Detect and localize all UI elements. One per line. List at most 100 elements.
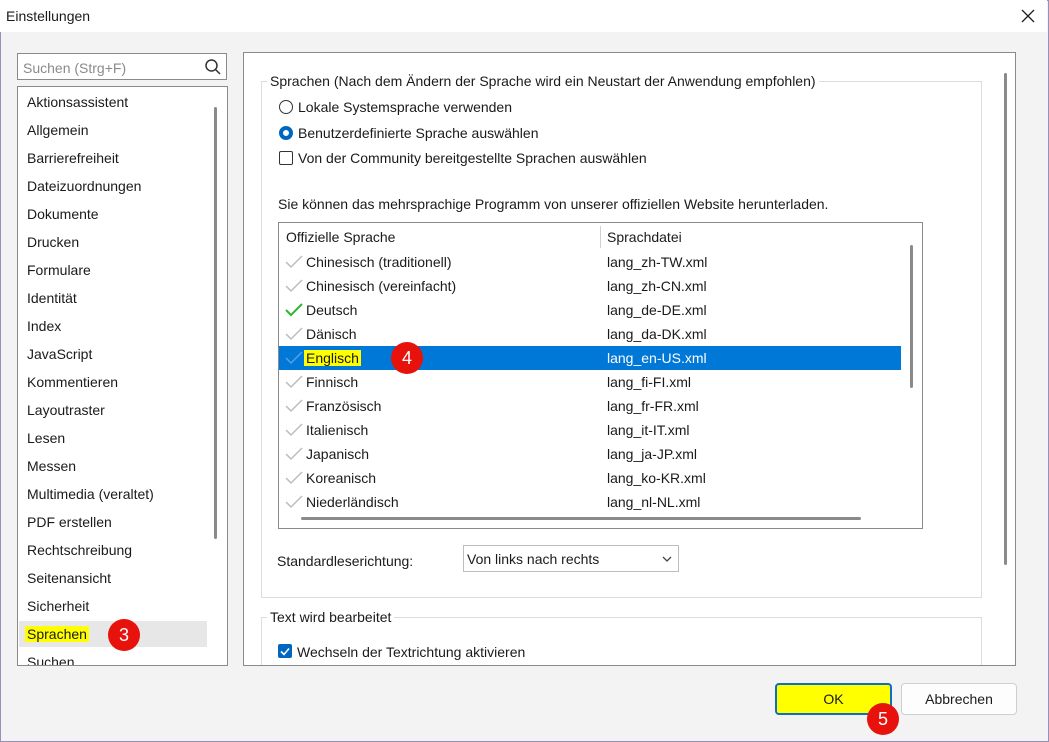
category-item[interactable]: Kommentieren bbox=[27, 374, 118, 390]
language-name: Italienisch bbox=[306, 422, 369, 438]
check-icon bbox=[285, 471, 303, 485]
search-input[interactable]: Suchen (Strg+F) bbox=[17, 53, 227, 80]
check-icon bbox=[285, 255, 303, 269]
table-row[interactable]: Englisch lang_en-US.xml bbox=[279, 346, 901, 370]
category-item[interactable]: Formulare bbox=[27, 262, 91, 278]
check-icon bbox=[285, 375, 303, 389]
category-item[interactable]: Allgemein bbox=[27, 122, 88, 138]
table-horizontal-scrollbar[interactable] bbox=[301, 517, 861, 520]
table-row[interactable]: Chinesisch (vereinfacht) lang_zh-CN.xml bbox=[279, 274, 901, 298]
check-icon bbox=[285, 327, 303, 341]
column-header-file[interactable]: Sprachdatei bbox=[607, 229, 682, 245]
category-item[interactable]: Sicherheit bbox=[27, 598, 89, 614]
checkbox-text-direction-switch-label: Wechseln der Textrichtung aktivieren bbox=[297, 644, 526, 660]
category-item[interactable]: Suchen bbox=[27, 654, 74, 665]
settings-content: Sprachen (Nach dem Ändern der Sprache wi… bbox=[243, 52, 1016, 666]
table-row[interactable]: Italienisch lang_it-IT.xml bbox=[279, 418, 901, 442]
close-icon bbox=[1021, 9, 1035, 23]
language-name: Niederländisch bbox=[306, 494, 399, 510]
language-file: lang_ko-KR.xml bbox=[607, 470, 706, 486]
search-placeholder: Suchen (Strg+F) bbox=[23, 60, 127, 76]
language-file: lang_it-IT.xml bbox=[607, 422, 690, 438]
table-row[interactable]: Deutsch lang_de-DE.xml bbox=[279, 298, 901, 322]
language-file: lang_fr-FR.xml bbox=[607, 398, 699, 414]
table-row[interactable]: Chinesisch (traditionell) lang_zh-TW.xml bbox=[279, 250, 901, 274]
annotation-marker-3: 3 bbox=[108, 619, 140, 651]
language-file: lang_zh-TW.xml bbox=[607, 254, 708, 270]
column-divider bbox=[600, 226, 601, 248]
table-row[interactable]: Französisch lang_fr-FR.xml bbox=[279, 394, 901, 418]
language-name: Japanisch bbox=[306, 446, 370, 462]
language-name: Deutsch bbox=[306, 302, 358, 318]
check-icon bbox=[285, 495, 303, 509]
annotation-marker-4: 4 bbox=[391, 342, 423, 374]
category-item[interactable]: JavaScript bbox=[27, 346, 92, 362]
category-item[interactable]: Seitenansicht bbox=[27, 570, 111, 586]
text-editing-group-title: Text wird bearbeitet bbox=[267, 609, 395, 625]
radio-system-language-label: Lokale Systemsprache verwenden bbox=[298, 99, 513, 115]
language-name: Koreanisch bbox=[306, 470, 377, 486]
reading-direction-value: Von links nach rechts bbox=[467, 551, 600, 567]
language-name: Chinesisch (vereinfacht) bbox=[306, 278, 457, 294]
table-row[interactable]: Niederländisch lang_nl-NL.xml bbox=[279, 490, 901, 514]
category-item[interactable]: Dateizuordnungen bbox=[27, 178, 141, 194]
check-icon bbox=[285, 279, 303, 293]
reading-direction-label: Standardleserichtung: bbox=[277, 553, 414, 569]
category-item[interactable]: Barrierefreiheit bbox=[27, 150, 119, 166]
table-row[interactable]: Finnisch lang_fi-FI.xml bbox=[279, 370, 901, 394]
category-item[interactable]: PDF erstellen bbox=[27, 514, 112, 530]
radio-custom-language-label: Benutzerdefinierte Sprache auswählen bbox=[298, 125, 539, 141]
table-row[interactable]: Koreanisch lang_ko-KR.xml bbox=[279, 466, 901, 490]
language-name: Chinesisch (traditionell) bbox=[306, 254, 452, 270]
window-title: Einstellungen bbox=[6, 8, 91, 24]
category-item[interactable]: Dokumente bbox=[27, 206, 99, 222]
category-item[interactable]: Rechtschreibung bbox=[27, 542, 132, 558]
column-header-language[interactable]: Offizielle Sprache bbox=[286, 229, 395, 245]
reading-direction-select[interactable]: Von links nach rechts bbox=[463, 545, 679, 572]
checkbox-text-direction-switch[interactable] bbox=[278, 644, 292, 658]
category-item[interactable]: Aktionsassistent bbox=[27, 94, 128, 110]
annotation-marker-5: 5 bbox=[867, 703, 899, 735]
download-note: Sie können das mehrsprachige Programm vo… bbox=[278, 196, 829, 212]
radio-custom-language[interactable] bbox=[279, 126, 293, 140]
title-bar: Einstellungen bbox=[0, 0, 1047, 32]
language-file: lang_en-US.xml bbox=[607, 350, 707, 366]
language-file: lang_fi-FI.xml bbox=[607, 374, 692, 390]
category-scrollbar[interactable] bbox=[214, 107, 217, 539]
language-table: Offizielle Sprache Sprachdatei Chinesisc… bbox=[278, 222, 923, 529]
language-name: Englisch bbox=[304, 350, 361, 366]
category-item[interactable]: Messen bbox=[27, 458, 76, 474]
checkbox-community-languages[interactable] bbox=[279, 151, 293, 165]
language-name: Französisch bbox=[306, 398, 382, 414]
languages-group-title: Sprachen (Nach dem Ändern der Sprache wi… bbox=[267, 73, 819, 89]
language-file: lang_ja-JP.xml bbox=[607, 446, 698, 462]
category-item[interactable]: Sprachen bbox=[25, 626, 89, 642]
category-item[interactable]: Layoutraster bbox=[27, 402, 105, 418]
category-list: Aktionsassistent Allgemein Barrierefreihei… bbox=[17, 86, 228, 666]
check-icon bbox=[285, 447, 303, 461]
category-item[interactable]: Lesen bbox=[27, 430, 65, 446]
category-item[interactable]: Drucken bbox=[27, 234, 79, 250]
language-file: lang_da-DK.xml bbox=[607, 326, 707, 342]
cancel-button[interactable]: Abbrechen bbox=[901, 683, 1017, 715]
category-item[interactable]: Index bbox=[27, 318, 61, 334]
chevron-down-icon bbox=[662, 556, 672, 562]
check-icon bbox=[285, 423, 303, 437]
installed-check-icon bbox=[285, 303, 303, 317]
close-button[interactable] bbox=[1010, 0, 1046, 32]
language-file: lang_zh-CN.xml bbox=[607, 278, 707, 294]
content-scrollbar[interactable] bbox=[1004, 73, 1007, 565]
table-vertical-scrollbar[interactable] bbox=[910, 245, 913, 388]
checkmark-icon bbox=[280, 647, 290, 656]
category-item[interactable]: Multimedia (veraltet) bbox=[27, 486, 154, 502]
language-file: lang_de-DE.xml bbox=[607, 302, 707, 318]
table-row[interactable]: Japanisch lang_ja-JP.xml bbox=[279, 442, 901, 466]
check-icon bbox=[285, 399, 303, 413]
radio-system-language[interactable] bbox=[279, 100, 293, 114]
category-item[interactable]: Identität bbox=[27, 290, 77, 306]
search-icon bbox=[205, 59, 221, 75]
language-name: Finnisch bbox=[306, 374, 359, 390]
language-file: lang_nl-NL.xml bbox=[607, 494, 701, 510]
table-row[interactable]: Dänisch lang_da-DK.xml bbox=[279, 322, 901, 346]
checkbox-community-languages-label: Von der Community bereitgestellte Sprach… bbox=[298, 150, 647, 166]
